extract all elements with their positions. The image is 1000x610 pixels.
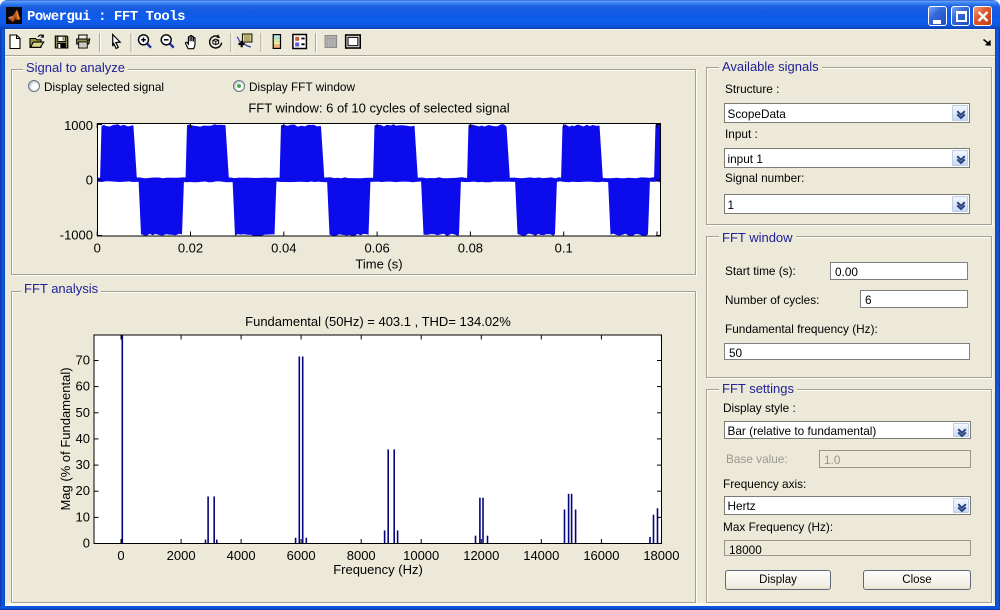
svg-text:18000: 18000 bbox=[643, 548, 679, 563]
svg-text:4000: 4000 bbox=[227, 548, 256, 563]
svg-text:0.04: 0.04 bbox=[271, 241, 296, 256]
svg-text:-1000: -1000 bbox=[60, 228, 93, 243]
svg-text:0: 0 bbox=[117, 548, 124, 563]
svg-text:0: 0 bbox=[94, 241, 101, 256]
svg-text:2000: 2000 bbox=[167, 548, 196, 563]
svg-text:0.08: 0.08 bbox=[458, 241, 483, 256]
svg-text:0: 0 bbox=[83, 536, 90, 551]
svg-text:0.06: 0.06 bbox=[364, 241, 389, 256]
svg-text:Time (s): Time (s) bbox=[355, 257, 402, 272]
svg-text:30: 30 bbox=[76, 457, 90, 472]
svg-text:Fundamental (50Hz) = 403.1 , T: Fundamental (50Hz) = 403.1 , THD= 134.02… bbox=[245, 314, 511, 329]
svg-text:0.02: 0.02 bbox=[178, 241, 203, 256]
svg-text:40: 40 bbox=[76, 431, 90, 446]
svg-text:16000: 16000 bbox=[583, 548, 619, 563]
svg-text:10: 10 bbox=[76, 509, 90, 524]
svg-text:0.1: 0.1 bbox=[555, 241, 573, 256]
svg-text:8000: 8000 bbox=[347, 548, 376, 563]
svg-text:60: 60 bbox=[76, 379, 90, 394]
svg-text:20: 20 bbox=[76, 483, 90, 498]
svg-text:1000: 1000 bbox=[64, 118, 93, 133]
svg-text:14000: 14000 bbox=[523, 548, 559, 563]
svg-text:12000: 12000 bbox=[463, 548, 499, 563]
svg-text:Frequency (Hz): Frequency (Hz) bbox=[333, 562, 423, 577]
svg-text:50: 50 bbox=[76, 405, 90, 420]
svg-text:0: 0 bbox=[86, 173, 93, 188]
svg-text:FFT window: 6 of 10 cycles of: FFT window: 6 of 10 cycles of selected s… bbox=[248, 101, 509, 116]
svg-text:10000: 10000 bbox=[403, 548, 439, 563]
svg-text:6000: 6000 bbox=[287, 548, 316, 563]
svg-text:70: 70 bbox=[76, 353, 90, 368]
svg-text:Mag (% of Fundamental): Mag (% of Fundamental) bbox=[58, 367, 73, 510]
